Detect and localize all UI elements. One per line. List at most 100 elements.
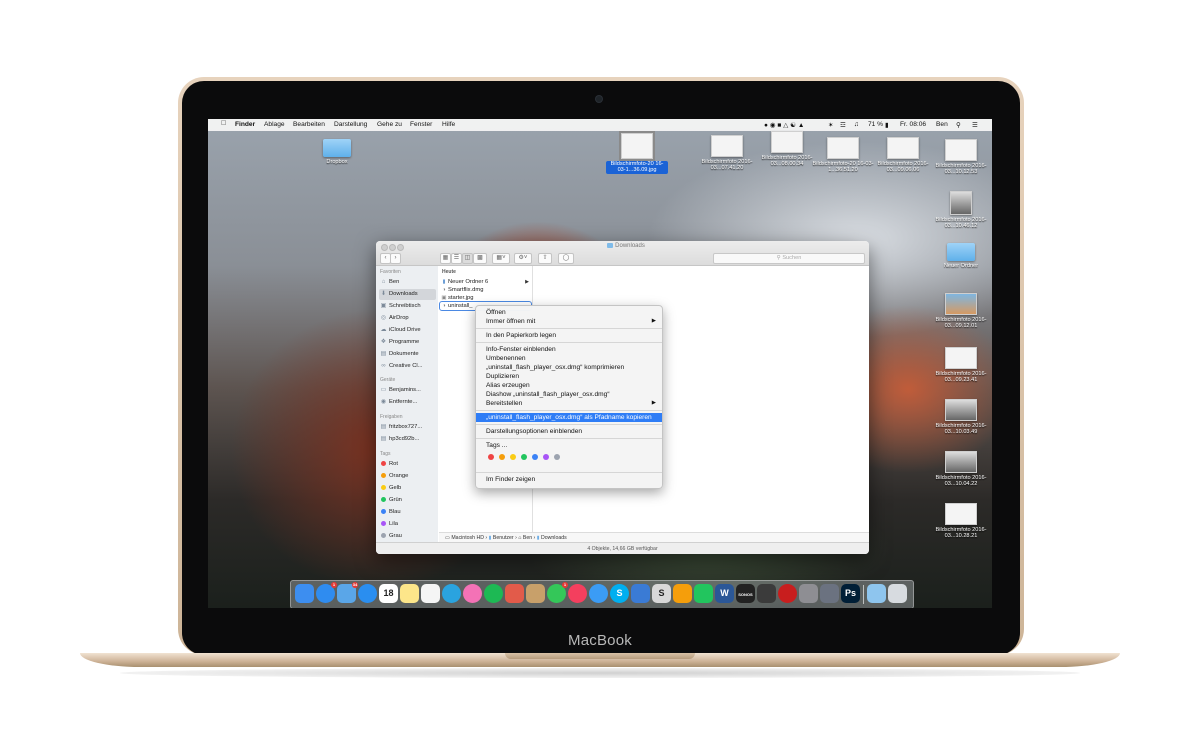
sidebar-item-ben[interactable]: ⌂ Ben: [379, 277, 436, 288]
sidebar-tag-blau[interactable]: Blau: [379, 507, 436, 518]
menu-ablage[interactable]: Ablage: [264, 121, 285, 128]
sidebar-item-device[interactable]: ▭ Benjamins...: [379, 385, 436, 396]
messages-icon[interactable]: [589, 584, 608, 603]
menu-item-info-fenster[interactable]: Info-Fenster einblenden: [476, 345, 662, 354]
feather-icon[interactable]: [631, 584, 650, 603]
word-icon[interactable]: W: [715, 584, 734, 603]
finder-icon[interactable]: [295, 584, 314, 603]
path-item[interactable]: Ben: [523, 535, 532, 541]
sidebar-tag-rot[interactable]: Rot: [379, 459, 436, 470]
sidebar-item-airdrop[interactable]: ◎ AirDrop: [379, 313, 436, 324]
finder-search-input[interactable]: ⚲ Suchen: [713, 253, 865, 264]
sidebar-tag-grau[interactable]: Grau: [379, 531, 436, 542]
action-gear-button[interactable]: ⚙˅: [514, 253, 532, 264]
view-list-button[interactable]: ☰: [451, 253, 462, 264]
menu-gehe-zu[interactable]: Gehe zu: [377, 121, 402, 128]
share-button[interactable]: ⇧: [538, 253, 552, 264]
downloads-folder-icon[interactable]: [867, 584, 886, 603]
menu-item-immer-oeffnen-mit[interactable]: Immer öffnen mit ▶: [476, 317, 662, 326]
sidebar-tag-gelb[interactable]: Gelb: [379, 483, 436, 494]
menu-item-oeffnen[interactable]: Öffnen: [476, 308, 662, 317]
path-item[interactable]: Macintosh HD: [451, 535, 484, 541]
desktop-icon-screenshot[interactable]: Bildschirmfoto 2016-03...10.12.53: [930, 139, 992, 176]
telegram-icon[interactable]: [442, 584, 461, 603]
zoom-window-button[interactable]: [397, 244, 404, 251]
view-icons-button[interactable]: ▦: [440, 253, 451, 264]
photos-icon[interactable]: [463, 584, 482, 603]
sidebar-item-programme[interactable]: ❖ Programme: [379, 337, 436, 348]
desktop-icon-dropbox[interactable]: Dropbox: [306, 139, 368, 165]
desktop-icon-screenshot[interactable]: Bildschirmfoto 2016-03...07.41.20: [696, 135, 758, 172]
contacts-icon[interactable]: [526, 584, 545, 603]
scrivener-icon[interactable]: S: [652, 584, 671, 603]
file-row[interactable]: ▣starter.jpg: [440, 294, 531, 302]
sidebar-item-shared[interactable]: ▤ fritzbox727...: [379, 422, 436, 433]
close-window-button[interactable]: [381, 244, 388, 251]
notification-center-icon[interactable]: ☰: [972, 121, 978, 129]
tag-orange-button[interactable]: [499, 454, 505, 460]
view-coverflow-button[interactable]: ▩: [473, 253, 487, 264]
tag-yellow-button[interactable]: [510, 454, 516, 460]
sidebar-item-shared[interactable]: ▤ hp3cd92b...: [379, 434, 436, 445]
tag-purple-button[interactable]: [543, 454, 549, 460]
spotlight-icon[interactable]: ⚲: [956, 121, 961, 129]
mail-icon[interactable]: 34: [337, 582, 358, 603]
menu-item-bereitstellen[interactable]: Bereitstellen ▶: [476, 399, 662, 408]
desktop-icon-neuer-ordner[interactable]: Neuer Ordner: [930, 243, 992, 269]
desktop-icon-screenshot[interactable]: Bildschirmfoto 2016-03...10.04.22: [930, 451, 992, 488]
menubar-clock[interactable]: Fr. 08:06: [900, 121, 926, 128]
menu-fenster[interactable]: Fenster: [410, 121, 432, 128]
menu-item-diashow[interactable]: Diashow „uninstall_flash_player_osx.dmg“: [476, 390, 662, 399]
calendar-icon[interactable]: 18: [379, 584, 398, 603]
sidebar-tag-lila[interactable]: Lila: [379, 519, 436, 530]
facetime-icon[interactable]: 1: [547, 582, 568, 603]
spotify-icon[interactable]: [484, 584, 503, 603]
menu-item-papierkorb[interactable]: In den Papierkorb legen: [476, 331, 662, 340]
tag-red-button[interactable]: [488, 454, 494, 460]
numbers-icon[interactable]: [694, 584, 713, 603]
menubar-user[interactable]: Ben: [936, 121, 948, 128]
file-row-folder[interactable]: ▮ Neuer Ordner 6 ▶: [440, 278, 531, 286]
menu-item-komprimieren[interactable]: „uninstall_flash_player_osx.dmg“ komprim…: [476, 363, 662, 372]
wifi-icon[interactable]: ☲: [840, 121, 846, 129]
tags-button[interactable]: ◯: [558, 253, 574, 264]
menu-item-im-finder-zeigen[interactable]: Im Finder zeigen: [476, 475, 662, 484]
bluetooth-icon[interactable]: ✶: [828, 121, 834, 129]
tag-gray-button[interactable]: [554, 454, 560, 460]
trash-icon[interactable]: [888, 584, 907, 603]
arrange-button[interactable]: ▦˅: [492, 253, 510, 264]
settings-icon[interactable]: [799, 584, 818, 603]
desktop-icon-screenshot[interactable]: Bildschirmfoto 2016-03...10.03.49: [930, 399, 992, 436]
forward-button[interactable]: ›: [390, 253, 401, 264]
finder-titlebar[interactable]: Downloads ‹ › ▦ ☰ ◫ ▩ ▦˅ ⚙˅ ⇧ ◯ ⚲ Suchen: [376, 241, 869, 266]
desktop-icon-screenshot[interactable]: Bildschirmfoto 2016-03...10.28.21: [930, 503, 992, 540]
desktop-icon-screenshot[interactable]: Bildschirmfoto 2016-03...08.00.34: [756, 131, 818, 168]
menu-hilfe[interactable]: Hilfe: [442, 121, 455, 128]
sidebar-item-dokumente[interactable]: ▤ Dokumente: [379, 349, 436, 360]
view-columns-button[interactable]: ◫: [462, 253, 473, 264]
sidebar-item-schreibtisch[interactable]: ▣ Schreibtisch: [379, 301, 436, 312]
desktop-icon-screenshot[interactable]: Bildschirmfoto 2016-03...09.12.01: [930, 293, 992, 330]
desktop-icon-screenshot[interactable]: Bildschirmfoto 2016-03...10.46.12: [930, 191, 992, 230]
desktop-icon-screenshot[interactable]: Bildschirmfoto 2016-03...09.23.41: [930, 347, 992, 384]
desktop-icon-screenshot-selected[interactable]: Bildschirmfoto-20 16-03-1...36.09.jpg: [606, 131, 668, 174]
safari-icon[interactable]: [358, 584, 377, 603]
path-item[interactable]: Benutzer: [493, 535, 514, 541]
photoshop-icon[interactable]: Ps: [841, 584, 860, 603]
menu-item-darstellungsoptionen[interactable]: Darstellungsoptionen einblenden: [476, 427, 662, 436]
itunes-icon[interactable]: [568, 584, 587, 603]
tag-blue-button[interactable]: [532, 454, 538, 460]
path-item[interactable]: Downloads: [541, 535, 567, 541]
notes-icon[interactable]: [400, 584, 419, 603]
volume-icon[interactable]: ♫: [854, 121, 859, 128]
reminders-icon[interactable]: [421, 584, 440, 603]
menu-item-umbenennen[interactable]: Umbenennen: [476, 354, 662, 363]
sidebar-tag-gruen[interactable]: Grün: [379, 495, 436, 506]
system-preferences-icon[interactable]: [820, 584, 839, 603]
wunderlist-icon[interactable]: [505, 584, 524, 603]
desktop-icon-screenshot[interactable]: Bildschirmfoto 2016-03...09.06.06: [872, 137, 934, 174]
desktop-icon-screenshot[interactable]: Bildschirmfoto-20 16-03-1...36.51.20: [812, 137, 874, 174]
skype-icon[interactable]: S: [610, 584, 629, 603]
menu-item-pfadname-kopieren[interactable]: „uninstall_flash_player_osx.dmg“ als Pfa…: [476, 413, 662, 422]
menu-darstellung[interactable]: Darstellung: [334, 121, 367, 128]
